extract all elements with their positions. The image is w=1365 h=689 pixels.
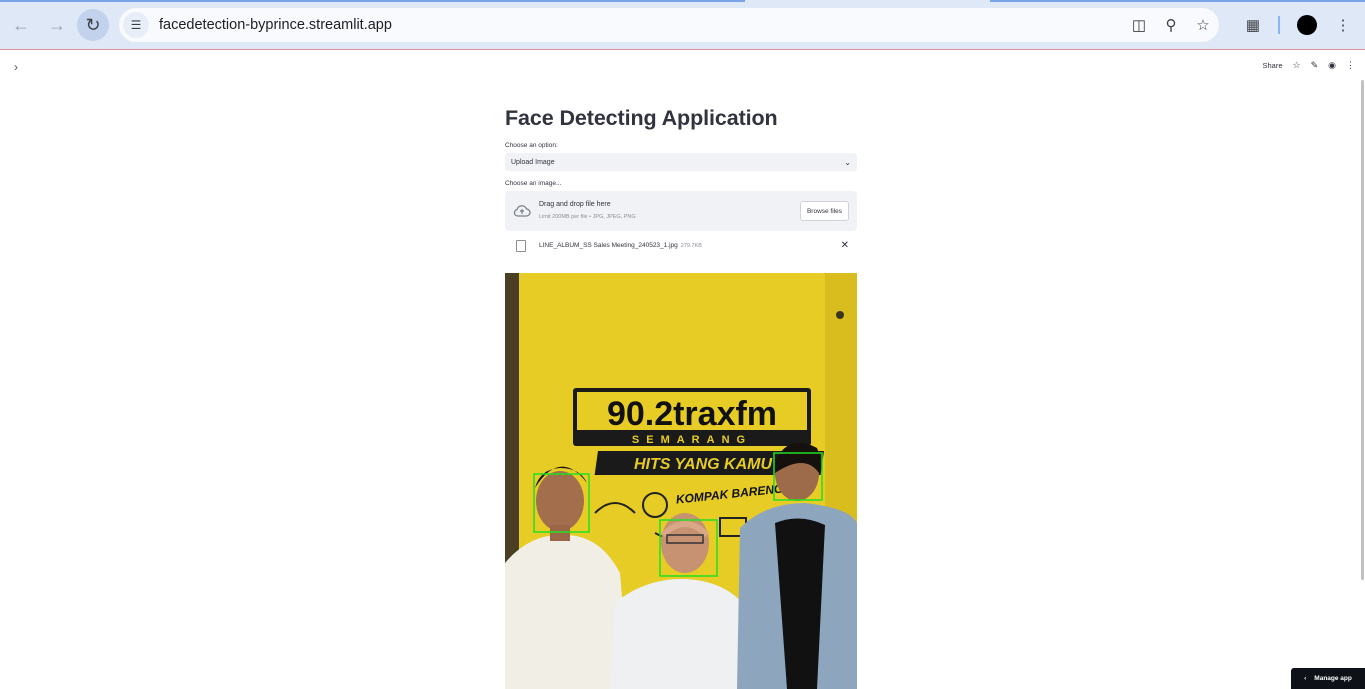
app-menu-icon[interactable]: ⋮ — [1346, 60, 1355, 71]
uploaded-file-row: LINE_ALBUM_SS Sales Meeting_240523_1.jpg… — [505, 239, 857, 255]
edit-pencil-icon[interactable]: ✎ — [1311, 60, 1319, 71]
url-text[interactable]: facedetection-byprince.streamlit.app — [159, 17, 392, 33]
option-label: Choose an option: — [505, 142, 558, 149]
manage-app-button[interactable]: ‹ Manage app — [1291, 668, 1365, 689]
back-icon[interactable]: ← — [5, 9, 37, 41]
sign-text-main: 90.2traxfm — [607, 395, 777, 433]
tab-indicator — [990, 0, 1365, 2]
image-label: Choose an image... — [505, 180, 562, 187]
header-decoration-line — [0, 49, 1365, 50]
dropzone-limit: Limit 200MB per file • JPG, JPEG, PNG — [539, 214, 636, 220]
option-select[interactable]: Upload Image ⌄ — [505, 153, 857, 171]
address-bar[interactable]: ☰ facedetection-byprince.streamlit.app — [119, 8, 1219, 42]
file-name: LINE_ALBUM_SS Sales Meeting_240523_1.jpg — [539, 242, 678, 249]
manage-app-label: Manage app — [1314, 675, 1352, 682]
star-icon[interactable]: ☆ — [1293, 60, 1301, 71]
result-image-art: 90.2traxfm SEMARANG HITS YANG KAMU KOMPA… — [505, 273, 857, 689]
menu-kebab-icon[interactable]: ⋮ — [1332, 14, 1354, 36]
install-app-icon[interactable]: ◫ — [1128, 14, 1150, 36]
main-content: Face Detecting Application Choose an opt… — [505, 104, 857, 689]
file-size: 279.7KB — [680, 243, 702, 249]
zoom-icon[interactable]: ⚲ — [1160, 14, 1182, 36]
page-title: Face Detecting Application — [505, 106, 778, 130]
site-settings-icon[interactable]: ☰ — [123, 12, 149, 38]
file-icon — [516, 240, 526, 252]
bookmark-star-icon[interactable]: ☆ — [1192, 14, 1214, 36]
option-select-value: Upload Image — [511, 158, 555, 166]
page-scrollbar[interactable] — [1361, 80, 1364, 580]
chevron-left-icon: ‹ — [1304, 675, 1307, 682]
forward-icon[interactable]: → — [41, 9, 73, 41]
share-button[interactable]: Share — [1263, 61, 1283, 70]
app-header-actions: Share ☆ ✎ ◉ ⋮ — [1263, 60, 1356, 71]
remove-file-icon[interactable]: ✕ — [841, 240, 849, 251]
result-image: 90.2traxfm SEMARANG HITS YANG KAMU KOMPA… — [505, 273, 857, 689]
tab-indicator — [0, 0, 745, 2]
github-icon[interactable]: ◉ — [1328, 60, 1336, 71]
sidebar-expand-icon[interactable]: › — [14, 60, 26, 76]
file-dropzone[interactable]: Drag and drop file here Limit 200MB per … — [505, 191, 857, 231]
reload-icon[interactable]: ↻ — [77, 9, 109, 41]
dropzone-title: Drag and drop file here — [539, 201, 611, 208]
browser-toolbar: ← → ↻ ☰ facedetection-byprince.streamlit… — [0, 0, 1365, 50]
sign-text-hits: HITS YANG KAMU — [634, 456, 773, 473]
toolbar-divider — [1278, 16, 1280, 34]
file-name-wrap: LINE_ALBUM_SS Sales Meeting_240523_1.jpg… — [539, 242, 702, 249]
chevron-down-icon: ⌄ — [844, 157, 851, 167]
profile-avatar[interactable] — [1297, 15, 1317, 35]
browse-files-button[interactable]: Browse files — [799, 201, 849, 221]
extensions-icon[interactable]: ▦ — [1242, 14, 1264, 36]
sign-text-city: SEMARANG — [632, 434, 752, 446]
cloud-upload-icon — [513, 204, 531, 218]
